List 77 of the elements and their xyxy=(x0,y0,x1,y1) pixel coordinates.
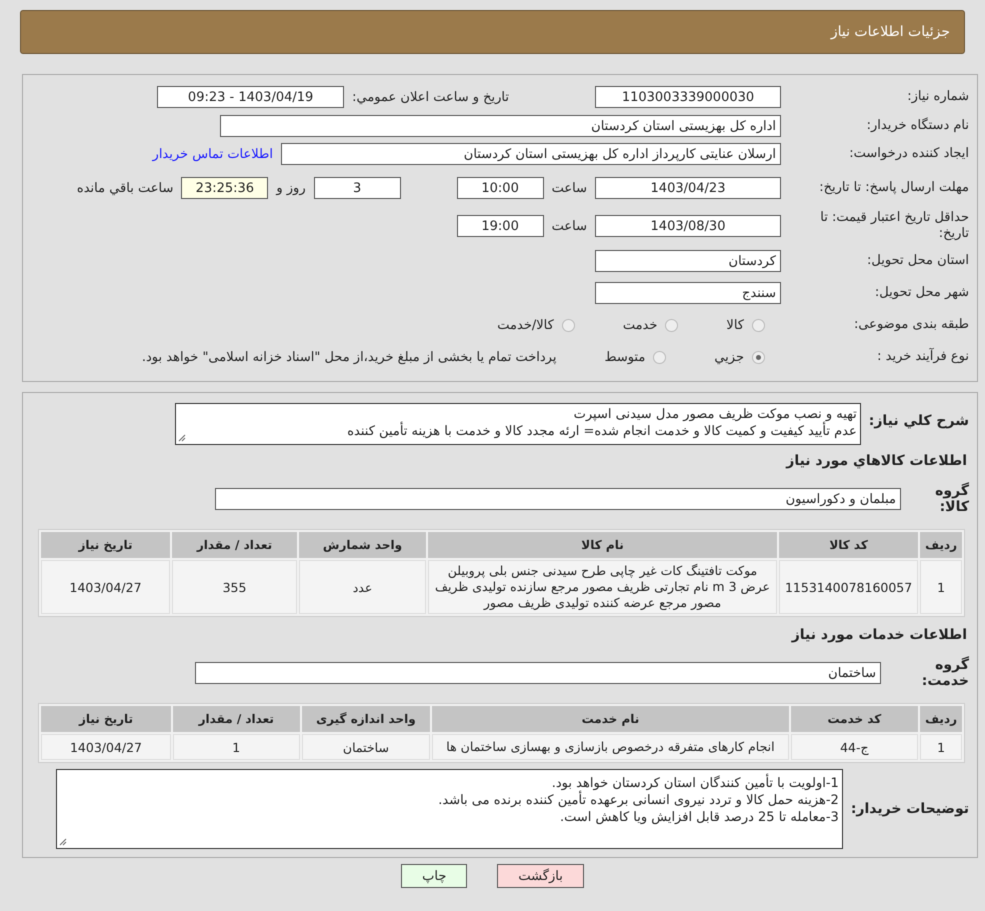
goods-group-field: مبلمان و دکوراسیون xyxy=(215,488,901,510)
column-header: نام خدمت xyxy=(432,706,789,732)
buyer-field: اداره کل بهزیستی استان کردستان xyxy=(220,115,781,137)
table-cell: 1 xyxy=(920,734,962,760)
announce-date-field: 1403/04/19 - 09:23 xyxy=(157,86,344,108)
field-label: گروه خدمت: xyxy=(920,657,969,689)
remaining-time-field: 23:25:36 xyxy=(181,177,268,199)
field-label: ساعت xyxy=(552,218,587,234)
column-header: واحد شمارش xyxy=(298,532,426,558)
contact-link[interactable]: اطلاعات تماس خریدار xyxy=(152,146,273,162)
table-cell: 1 xyxy=(173,734,300,760)
buyer-notes-box[interactable]: 1-اولویت با تأمین کنندگان استان کردستان خواهد بود. 2-هزینه حمل کالا و تردد نیروی انسانی برعهده تأمین کننده برنده می باشد. 3-معامله تا 25 درصد قابل افزایش ویا کاهش است. xyxy=(56,769,843,849)
radio-label: خدمت xyxy=(622,318,658,332)
radio-label: متوسط xyxy=(604,350,646,364)
date-field: 1403/04/23 xyxy=(595,177,781,199)
field-label: حداقل تاریخ اعتبار قیمت: تا تاریخ: xyxy=(819,210,969,242)
table-cell: ساختمان xyxy=(302,734,430,760)
table-cell: موکت تافتینگ کات غیر چاپی طرح سیدنی جنس بلی پروبیلن عرض 3 m نام تجارتی ظریف مصور مرجع سازنده تولیدی ظریف مصور مرجع عرضه کننده تولیدی ظریف مصور xyxy=(428,560,777,614)
field-label: نام دستگاه خریدار: xyxy=(866,118,969,134)
need-number-field: 1103003339000030 xyxy=(595,86,781,108)
column-header: تعداد / مقدار xyxy=(173,706,300,732)
table-cell: 1 xyxy=(920,560,962,614)
column-header: نام کالا xyxy=(428,532,777,558)
section-title: اطلاعات كالاهاي مورد نياز xyxy=(784,452,968,471)
resize-grip-icon[interactable] xyxy=(178,434,186,442)
radio-label: کالا xyxy=(726,318,744,332)
date-field: 1403/08/30 xyxy=(595,215,781,237)
radio-button[interactable] xyxy=(665,318,678,332)
creator-field: ارسلان عنایتی کارپرداز اداره کل بهزیستی استان کردستان xyxy=(281,143,781,165)
field-label: شهر محل تحویل: xyxy=(874,284,969,302)
field-label: توضیحات خریدار: xyxy=(850,801,969,817)
resize-grip-icon[interactable] xyxy=(58,838,67,846)
table-cell: ج-44 xyxy=(790,734,918,760)
column-header: تاریخ نیاز xyxy=(41,532,170,558)
field-label: شرح کلي نیاز: xyxy=(868,413,969,429)
table-cell: 1403/04/27 xyxy=(41,734,171,760)
back-button[interactable]: بازگشت xyxy=(497,864,584,888)
column-header: ردیف xyxy=(920,706,962,732)
table-cell: 1403/04/27 xyxy=(41,560,170,614)
section-title: اطلاعات خدمات مورد نیاز xyxy=(790,626,968,645)
field-label: ایجاد کننده درخواست: xyxy=(848,146,969,162)
column-header: کد خدمت xyxy=(790,706,918,732)
field-label: طبقه بندی موضوعی: xyxy=(852,316,969,334)
column-header: ردیف xyxy=(920,532,962,558)
description-box[interactable]: تهیه و نصب موکت ظریف مصور مدل سیدنی اسپرت عدم تأیید کیفیت و کمیت کالا و خدمت انجام شده= ارئه مجدد کالا و خدمت با هزینه تأمین کننده xyxy=(174,403,861,445)
radio-button[interactable] xyxy=(653,350,666,364)
column-header: واحد اندازه گیری xyxy=(302,706,430,732)
column-header: کد کالا xyxy=(778,532,918,558)
table-cell: 355 xyxy=(172,560,297,614)
province-field: کردستان xyxy=(595,250,781,272)
radio-button[interactable] xyxy=(562,318,575,332)
field-label: مهلت ارسال پاسخ: تا تاریخ: xyxy=(818,180,969,196)
days-field: 3 xyxy=(314,177,401,199)
service-group-field: ساختمان xyxy=(195,662,881,684)
print-button[interactable]: چاپ xyxy=(401,864,468,888)
column-header: تاریخ نیاز xyxy=(41,706,171,732)
radio-label: جزيي xyxy=(714,350,744,364)
purchase-note: پرداخت تمام یا بخشی از مبلغ خرید،از محل "اسناد خزانه اسلامی" خواهد بود. xyxy=(142,350,556,364)
field-label: گروه کالا: xyxy=(934,483,969,515)
table-cell: انجام کارهای متفرقه درخصوص بازسازی و بهسازی ساختمان ها xyxy=(432,734,789,760)
page-title: جزئیات اطلاعات نیاز xyxy=(830,24,950,40)
field-label: استان محل تحویل: xyxy=(866,252,969,270)
field-label: شماره نیاز: xyxy=(906,88,969,106)
table-cell: 1153140078160057 xyxy=(778,560,918,614)
time-field: 10:00 xyxy=(456,177,544,199)
field-label: نوع فرآیند خرید : xyxy=(876,348,969,366)
radio-button[interactable] xyxy=(752,350,765,364)
radio-button[interactable] xyxy=(752,318,765,332)
column-header: تعداد / مقدار xyxy=(172,532,297,558)
radio-label: کالا/خدمت xyxy=(497,318,554,332)
field-label: ساعت xyxy=(552,180,587,196)
field-label: تاریخ و ساعت اعلان عمومي: xyxy=(352,90,509,104)
field-label: روز و xyxy=(276,180,306,196)
field-label: ساعت باقي مانده xyxy=(76,180,174,196)
city-field: سنندج xyxy=(595,282,781,304)
table-cell: عدد xyxy=(298,560,426,614)
time-field: 19:00 xyxy=(456,215,544,237)
